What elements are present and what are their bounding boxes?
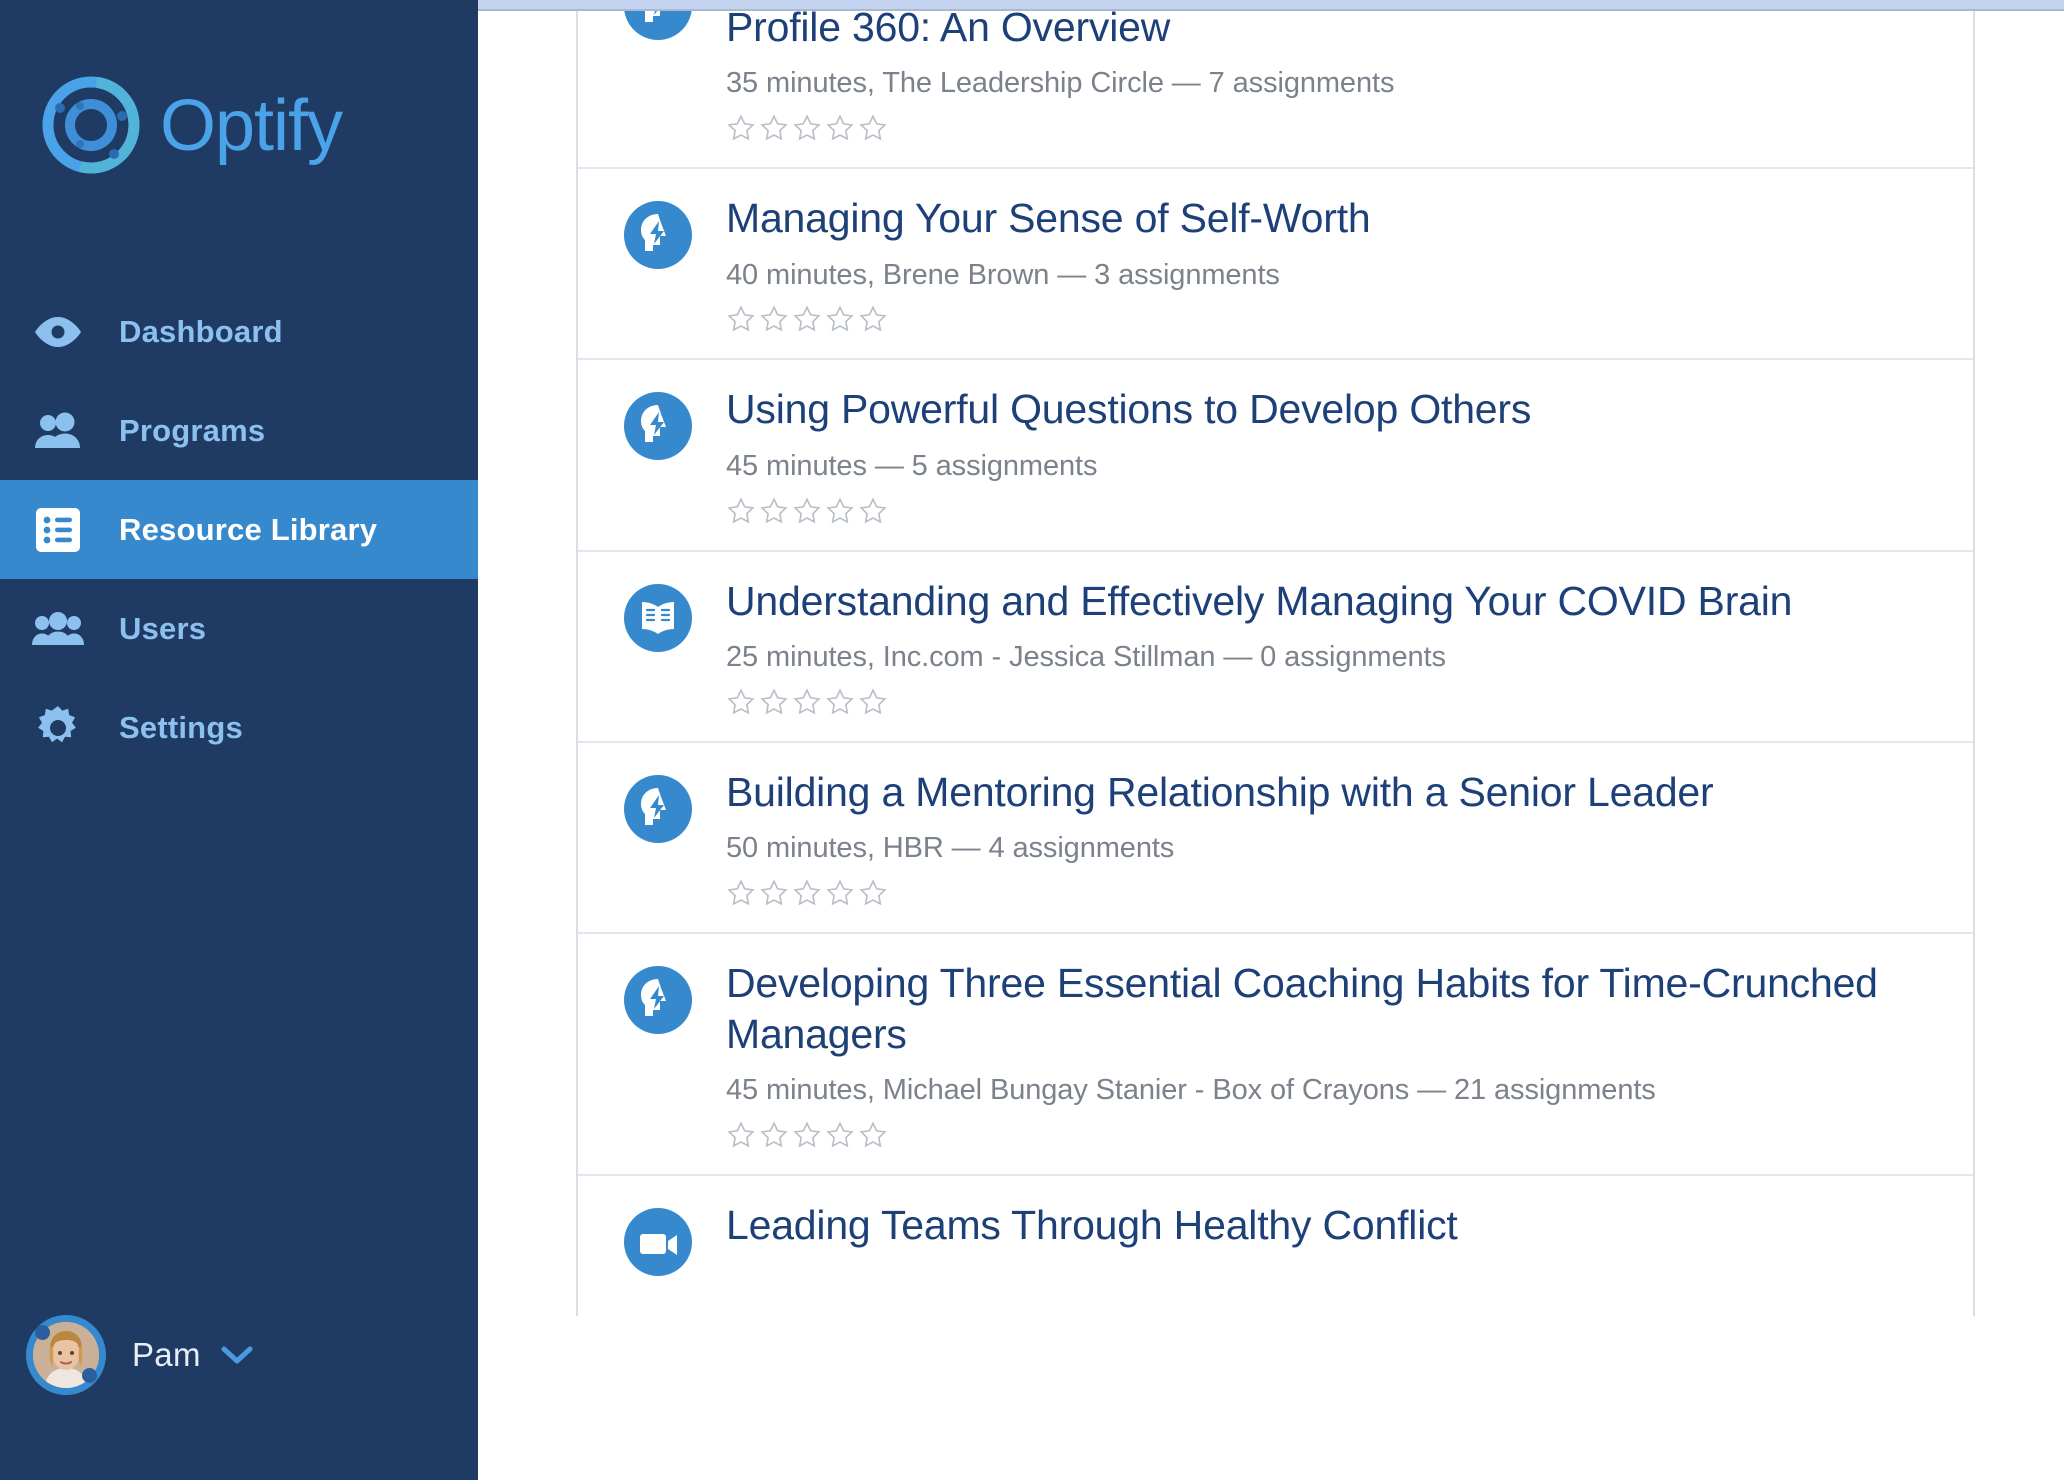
- resource-row[interactable]: Developing Three Essential Coaching Habi…: [578, 934, 1973, 1176]
- resource-meta: 45 minutes, Michael Bungay Stanier - Box…: [726, 1073, 1656, 1106]
- resource-row[interactable]: Building a Mentoring Relationship with a…: [578, 743, 1973, 935]
- sidebar-item-label: Settings: [119, 709, 243, 745]
- star-icon[interactable]: [858, 304, 888, 334]
- avatar-accent-dot: [82, 1368, 97, 1383]
- main-content: Profile 360: An Overview 35 minutes, The…: [478, 11, 2064, 1480]
- resource-title[interactable]: Building a Mentoring Relationship with a…: [726, 767, 1939, 817]
- brain-lightning-icon: [622, 390, 704, 462]
- resource-title[interactable]: Profile 360: An Overview: [726, 11, 1939, 52]
- optify-target-logo-icon: [36, 70, 146, 180]
- star-icon[interactable]: [759, 878, 789, 908]
- sidebar-item-label: Programs: [119, 412, 266, 448]
- brain-lightning-icon: [622, 199, 704, 271]
- rating-stars[interactable]: [726, 113, 1939, 143]
- resource-meta: 40 minutes, Brene Brown — 3 assignments: [726, 258, 1280, 291]
- brain-lightning-icon: [622, 964, 704, 1036]
- star-icon[interactable]: [825, 113, 855, 143]
- rating-stars[interactable]: [726, 687, 1939, 717]
- star-icon[interactable]: [726, 1120, 756, 1150]
- resource-row[interactable]: Managing Your Sense of Self-Worth 40 min…: [578, 169, 1973, 361]
- star-icon[interactable]: [825, 304, 855, 334]
- two-people-icon: [27, 412, 89, 450]
- brand-name: Optify: [160, 86, 343, 166]
- avatar: [26, 1315, 106, 1395]
- star-icon[interactable]: [858, 113, 888, 143]
- star-icon[interactable]: [825, 1120, 855, 1150]
- resource-list-card: Profile 360: An Overview 35 minutes, The…: [576, 11, 1975, 1316]
- user-profile-menu[interactable]: Pam: [26, 1315, 253, 1395]
- resource-title[interactable]: Managing Your Sense of Self-Worth: [726, 193, 1939, 243]
- sidebar-nav: Dashboard Programs Resource Library User…: [0, 282, 478, 777]
- resource-body: Using Powerful Questions to Develop Othe…: [704, 384, 1939, 525]
- star-icon[interactable]: [858, 687, 888, 717]
- avatar-accent-dot: [35, 1325, 50, 1340]
- sidebar-item-settings[interactable]: Settings: [0, 678, 478, 777]
- star-icon[interactable]: [759, 113, 789, 143]
- open-book-icon: [622, 582, 704, 654]
- chevron-down-icon[interactable]: [221, 1345, 253, 1365]
- star-icon[interactable]: [759, 1120, 789, 1150]
- star-icon[interactable]: [825, 878, 855, 908]
- sidebar-item-dashboard[interactable]: Dashboard: [0, 282, 478, 381]
- resource-body: Developing Three Essential Coaching Habi…: [704, 958, 1939, 1150]
- resource-meta: 25 minutes, Inc.com - Jessica Stillman —…: [726, 641, 1446, 674]
- resource-title[interactable]: Understanding and Effectively Managing Y…: [726, 576, 1939, 626]
- star-icon[interactable]: [792, 878, 822, 908]
- star-icon[interactable]: [726, 304, 756, 334]
- star-icon[interactable]: [792, 304, 822, 334]
- star-icon[interactable]: [792, 113, 822, 143]
- star-icon[interactable]: [759, 687, 789, 717]
- star-icon[interactable]: [792, 1120, 822, 1150]
- star-icon[interactable]: [792, 687, 822, 717]
- resource-meta: 50 minutes, HBR — 4 assignments: [726, 832, 1175, 865]
- brain-lightning-icon: [622, 773, 704, 845]
- star-icon[interactable]: [825, 496, 855, 526]
- resource-row[interactable]: Profile 360: An Overview 35 minutes, The…: [578, 11, 1973, 170]
- resource-row[interactable]: Understanding and Effectively Managing Y…: [578, 552, 1973, 743]
- star-icon[interactable]: [759, 304, 789, 334]
- star-icon[interactable]: [858, 496, 888, 526]
- star-icon[interactable]: [858, 878, 888, 908]
- profile-name: Pam: [132, 1336, 201, 1373]
- resource-title[interactable]: Leading Teams Through Healthy Conflict: [726, 1200, 1939, 1250]
- brand-logo[interactable]: Optify: [36, 70, 343, 180]
- gear-icon: [27, 704, 89, 752]
- rating-stars[interactable]: [726, 304, 1939, 334]
- resource-meta: 35 minutes, The Leadership Circle — 7 as…: [726, 67, 1395, 100]
- sidebar-item-label: Users: [119, 610, 207, 646]
- resource-body: Managing Your Sense of Self-Worth 40 min…: [704, 193, 1939, 334]
- three-people-icon: [27, 611, 89, 647]
- video-camera-icon: [622, 1206, 704, 1278]
- app-root: Optify Dashboard Programs Resource Libra…: [0, 0, 2064, 1480]
- sidebar-item-label: Resource Library: [119, 511, 378, 547]
- resource-body: Building a Mentoring Relationship with a…: [704, 767, 1939, 908]
- sidebar-item-resource-library[interactable]: Resource Library: [0, 480, 478, 579]
- brain-lightning-icon: [622, 11, 704, 42]
- sidebar-item-users[interactable]: Users: [0, 579, 478, 678]
- star-icon[interactable]: [792, 496, 822, 526]
- star-icon[interactable]: [726, 687, 756, 717]
- resource-meta: 45 minutes — 5 assignments: [726, 449, 1098, 482]
- resource-body: Profile 360: An Overview 35 minutes, The…: [704, 11, 1939, 143]
- resource-row[interactable]: Leading Teams Through Healthy Conflict: [578, 1176, 1973, 1316]
- resource-title[interactable]: Developing Three Essential Coaching Habi…: [726, 958, 1939, 1059]
- rating-stars[interactable]: [726, 1120, 1939, 1150]
- sidebar-item-label: Dashboard: [119, 313, 283, 349]
- resource-body: Understanding and Effectively Managing Y…: [704, 576, 1939, 717]
- star-icon[interactable]: [858, 1120, 888, 1150]
- list-icon: [27, 507, 89, 553]
- resource-title[interactable]: Using Powerful Questions to Develop Othe…: [726, 384, 1939, 434]
- star-icon[interactable]: [825, 687, 855, 717]
- rating-stars[interactable]: [726, 496, 1939, 526]
- star-icon[interactable]: [726, 878, 756, 908]
- sidebar: Optify Dashboard Programs Resource Libra…: [0, 0, 478, 1480]
- eye-icon: [27, 315, 89, 349]
- sidebar-item-programs[interactable]: Programs: [0, 381, 478, 480]
- resource-row[interactable]: Using Powerful Questions to Develop Othe…: [578, 360, 1973, 552]
- star-icon[interactable]: [726, 496, 756, 526]
- star-icon[interactable]: [726, 113, 756, 143]
- star-icon[interactable]: [759, 496, 789, 526]
- resource-body: Leading Teams Through Healthy Conflict: [704, 1200, 1939, 1250]
- rating-stars[interactable]: [726, 878, 1939, 908]
